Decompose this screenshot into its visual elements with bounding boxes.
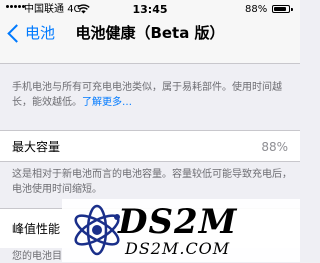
battery-cap: [291, 8, 293, 11]
intro-description: 手机电池与所有可充电电池类似，属于易耗部件。使用时间越长，能效越低。了解更多…: [12, 80, 292, 110]
max-capacity-label: 最大容量: [12, 140, 61, 154]
page-title: 电池健康（Beta 版）: [75, 24, 225, 42]
learn-more-link[interactable]: 了解更多…: [82, 97, 132, 108]
watermark-brand: DS2M: [118, 202, 238, 242]
max-capacity-value: 88%: [261, 140, 288, 154]
battery-percent: 88%: [245, 4, 268, 15]
capacity-footer-text: 这是相对于新电池而言的电池容量。容量较低可能导致充电后，电池使用时间缩短。: [12, 169, 292, 195]
battery-level-fill: [274, 7, 287, 11]
intro-text: 手机电池与所有可充电电池类似，属于易耗部件。使用时间越长，能效越低。: [12, 82, 282, 108]
atom-logo-icon: [74, 204, 120, 256]
peak-performance-footer: 您的电池目: [12, 251, 62, 262]
watermark-url: DS2M.COM: [125, 239, 231, 258]
peak-performance-label: 峰值性能: [12, 222, 61, 236]
battery-icon: [272, 5, 290, 13]
